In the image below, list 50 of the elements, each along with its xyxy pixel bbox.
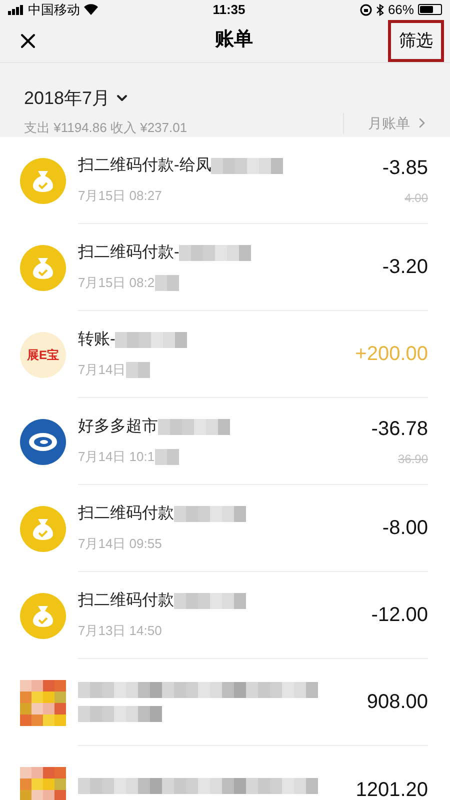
bill-amount: -36.78 bbox=[371, 417, 428, 442]
pixelated-avatar-icon bbox=[20, 680, 66, 726]
month-totals: 支出 ¥1194.86 收入 ¥237.01 bbox=[24, 118, 188, 136]
carrier-name: 中国移动 bbox=[28, 1, 80, 19]
original-amount: 4.00 bbox=[404, 190, 428, 207]
bill-item[interactable]: 展E宝 转账- 7月14日 +200.00 bbox=[0, 311, 450, 398]
bluetooth-icon bbox=[376, 4, 384, 16]
bill-amount: -8.00 bbox=[382, 516, 428, 541]
bill-date: 7月14日 10:1 bbox=[78, 448, 155, 466]
bill-date: 7月13日 14:50 bbox=[78, 622, 162, 640]
month-selector[interactable]: 2018年7月 bbox=[24, 84, 188, 112]
bill-item[interactable]: 扫二维码付款 7月14日 09:55 -8.00 bbox=[0, 485, 450, 572]
bill-title: 扫二维码付款 bbox=[78, 504, 174, 524]
bill-item[interactable]: 扫二维码付款- 7月15日 08:2 -3.20 bbox=[0, 224, 450, 311]
battery-icon bbox=[418, 4, 442, 16]
bill-title: 扫二维码付款 bbox=[78, 590, 174, 612]
bill-amount: -12.00 bbox=[371, 603, 428, 628]
bill-title: 扫二维码付款-给凤 bbox=[78, 156, 212, 176]
bill-title: 好多多超市 bbox=[78, 416, 158, 438]
pixelated-avatar-icon bbox=[20, 766, 66, 800]
money-bag-icon bbox=[20, 506, 66, 552]
original-amount: 36.90 bbox=[398, 451, 428, 468]
wifi-icon bbox=[84, 4, 98, 16]
filter-button[interactable]: 筛选 bbox=[388, 20, 444, 62]
brand-logo: 展E宝 bbox=[20, 332, 66, 378]
bill-amount: 908.00 bbox=[366, 690, 428, 715]
bill-date: 7月15日 08:2 bbox=[78, 274, 155, 292]
lock-rotation-icon bbox=[360, 4, 372, 16]
page-title: 账单 bbox=[215, 28, 253, 52]
bill-title: 转账- bbox=[78, 330, 116, 350]
bill-item[interactable]: 扫二维码付款-给凤 7月15日 08:27 -3.85 4.00 bbox=[0, 137, 450, 224]
signal-icon bbox=[8, 4, 24, 15]
bill-amount: +200.00 bbox=[355, 342, 428, 367]
bill-item[interactable]: 1201.20 bbox=[0, 746, 450, 800]
money-bag-icon bbox=[20, 244, 66, 290]
bill-item[interactable]: 好多多超市 7月14日 10:1 -36.78 36.90 bbox=[0, 398, 450, 485]
bill-title: 扫二维码付款- bbox=[78, 242, 180, 264]
money-bag-icon bbox=[20, 592, 66, 638]
bill-amount: -3.20 bbox=[382, 255, 428, 280]
clock: 11:35 bbox=[212, 1, 246, 19]
money-bag-icon bbox=[20, 158, 66, 204]
bill-date: 7月14日 bbox=[78, 361, 126, 380]
battery-percent: 66% bbox=[388, 1, 414, 19]
swirl-logo-icon bbox=[20, 418, 66, 464]
bill-item[interactable]: 扫二维码付款 7月13日 14:50 -12.00 bbox=[0, 572, 450, 659]
bill-amount: 1201.20 bbox=[356, 778, 428, 800]
bill-item[interactable]: 908.00 bbox=[0, 659, 450, 746]
bill-amount: -3.85 bbox=[382, 156, 428, 181]
bill-date: 7月15日 08:27 bbox=[78, 187, 162, 206]
bill-date: 7月14日 09:55 bbox=[78, 535, 162, 554]
